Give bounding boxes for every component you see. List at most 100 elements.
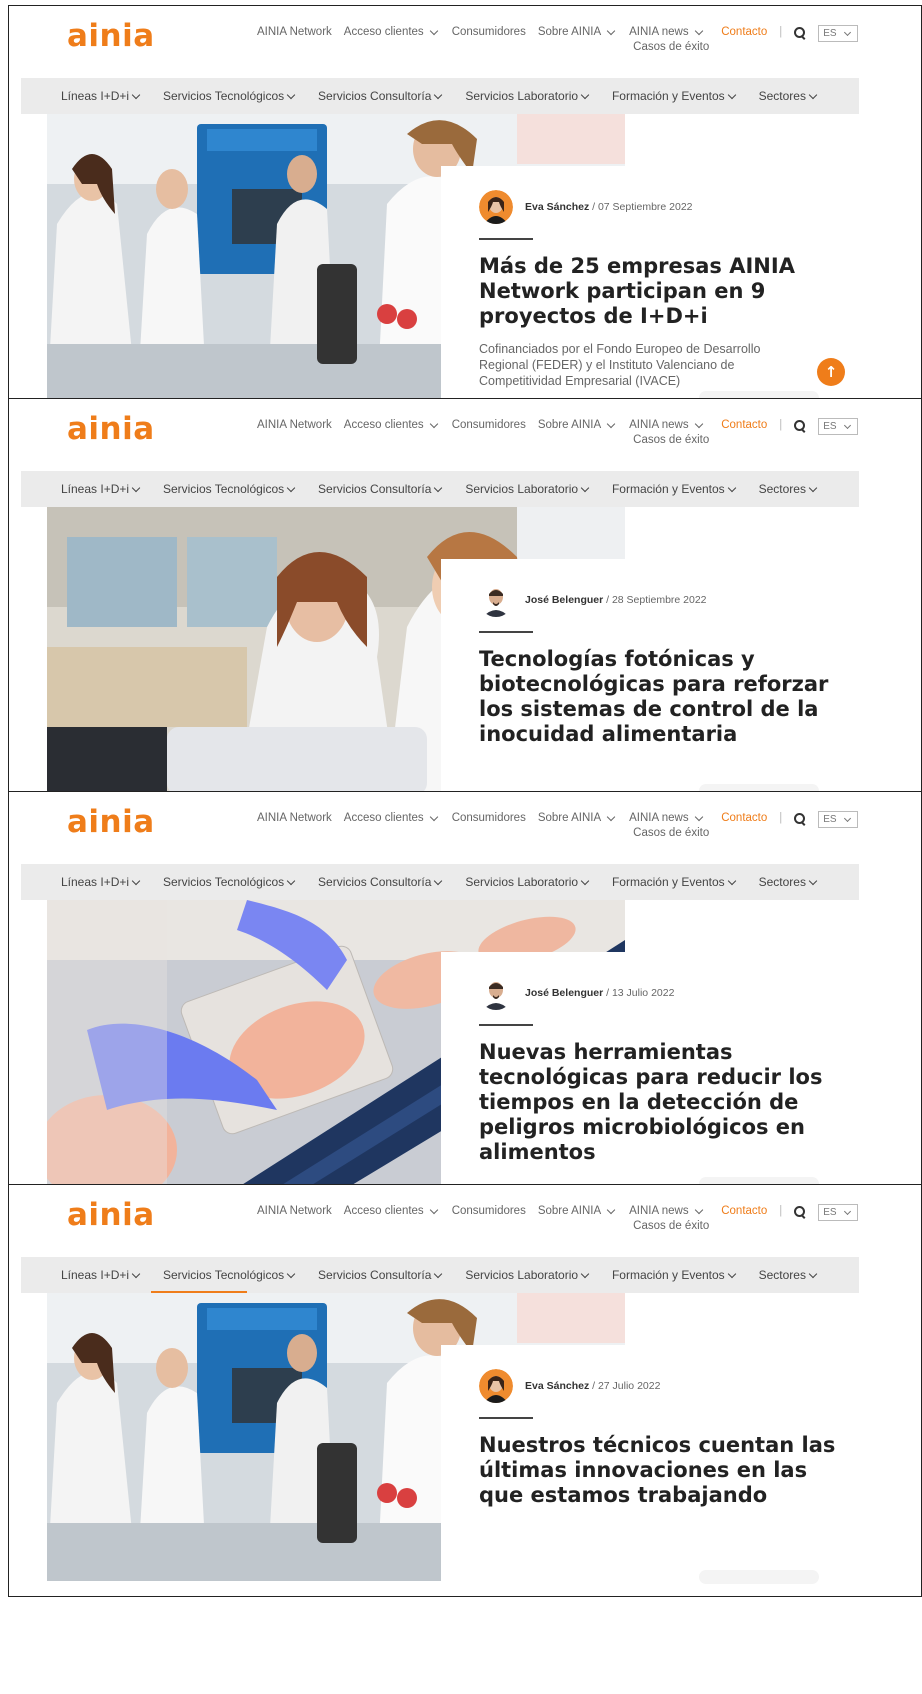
menu-item[interactable]: Sectores <box>759 875 819 889</box>
chevron-down-icon <box>286 1269 296 1278</box>
article-headline[interactable]: Nuestros técnicos cuentan las últimas in… <box>479 1433 843 1508</box>
nav-ainia-network[interactable]: AINIA Network <box>257 1205 332 1217</box>
author-name[interactable]: Eva Sánchez <box>525 1380 589 1392</box>
chevron-down-icon <box>429 812 438 821</box>
nav-ainia-network[interactable]: AINIA Network <box>257 26 332 38</box>
nav-contacto[interactable]: Contacto <box>721 1205 767 1217</box>
nav-consumidores[interactable]: Consumidores <box>452 26 526 38</box>
menu-item[interactable]: Sectores <box>759 482 819 496</box>
menu-item-label: Formación y Eventos <box>611 1268 725 1282</box>
nav-contacto[interactable]: Contacto <box>721 419 767 431</box>
author-name[interactable]: Eva Sánchez <box>525 201 589 213</box>
language-select[interactable]: ES <box>818 811 858 828</box>
menu-item[interactable]: Sectores <box>759 89 819 103</box>
article-meta: Eva Sánchez / 07 Septiembre 2022 <box>479 190 843 224</box>
menu-item[interactable]: Líneas I+D+i <box>61 482 142 496</box>
menu-item[interactable]: Servicios Laboratorio <box>465 1268 591 1282</box>
chevron-down-icon <box>843 1207 851 1216</box>
nav-ainia-network[interactable]: AINIA Network <box>257 419 332 431</box>
nav-consumidores[interactable]: Consumidores <box>452 1205 526 1217</box>
menu-item[interactable]: Líneas I+D+i <box>61 89 142 103</box>
nav-casos-de-exito[interactable]: Casos de éxito <box>633 1220 709 1232</box>
nav-ainia-news[interactable]: AINIA news <box>629 812 704 824</box>
search-icon[interactable] <box>794 813 806 825</box>
chevron-down-icon <box>808 1269 818 1278</box>
nav-sobre-ainia[interactable]: Sobre AINIA <box>538 1205 617 1217</box>
author-name[interactable]: José Belenguer <box>525 594 603 606</box>
menu-item[interactable]: Líneas I+D+i <box>61 875 142 889</box>
menu-item[interactable]: Formación y Eventos <box>612 89 738 103</box>
nav-sobre-ainia[interactable]: Sobre AINIA <box>538 812 617 824</box>
article-card[interactable]: Eva Sánchez / 07 Septiembre 2022 Más de … <box>441 166 881 398</box>
article-card[interactable]: Eva Sánchez / 27 Julio 2022 Nuestros téc… <box>441 1345 881 1595</box>
language-select[interactable]: ES <box>818 418 858 435</box>
menu-item[interactable]: Servicios Tecnológicos <box>163 875 297 889</box>
menu-item-label: Formación y Eventos <box>611 875 725 889</box>
nav-ainia-news[interactable]: AINIA news <box>629 1205 704 1217</box>
nav-sobre-ainia[interactable]: Sobre AINIA <box>538 26 617 38</box>
nav-contacto[interactable]: Contacto <box>721 812 767 824</box>
ainia-logo[interactable]: ainia <box>67 411 155 447</box>
menu-item[interactable]: Servicios Laboratorio <box>465 482 591 496</box>
nav-contacto[interactable]: Contacto <box>721 26 767 38</box>
ainia-logo[interactable]: ainia <box>67 18 155 54</box>
scroll-top-button[interactable]: ↑ <box>817 358 845 386</box>
nav-acceso-clientes[interactable]: Acceso clientes <box>344 812 440 824</box>
menu-item[interactable]: Formación y Eventos <box>612 875 738 889</box>
chevron-down-icon <box>429 26 438 35</box>
nav-casos-de-exito[interactable]: Casos de éxito <box>633 41 709 53</box>
chevron-down-icon <box>694 1205 703 1214</box>
nav-ainia-news[interactable]: AINIA news <box>629 26 704 38</box>
nav-casos-de-exito[interactable]: Casos de éxito <box>633 434 709 446</box>
menu-item[interactable]: Servicios Consultoría <box>318 1268 444 1282</box>
nav-consumidores[interactable]: Consumidores <box>452 812 526 824</box>
search-icon[interactable] <box>794 1206 806 1218</box>
menu-item-label: Sectores <box>758 875 806 889</box>
chevron-down-icon <box>429 1205 438 1214</box>
ainia-logo[interactable]: ainia <box>67 1197 155 1233</box>
menu-item[interactable]: Servicios Laboratorio <box>465 89 591 103</box>
search-icon[interactable] <box>794 27 806 39</box>
language-select[interactable]: ES <box>818 25 858 42</box>
chevron-down-icon <box>580 1269 590 1278</box>
chevron-down-icon <box>606 812 616 821</box>
chevron-down-icon <box>727 1269 736 1278</box>
chevron-down-icon <box>434 1269 443 1278</box>
nav-acceso-clientes[interactable]: Acceso clientes <box>344 26 440 38</box>
nav-sobre-ainia[interactable]: Sobre AINIA <box>538 419 617 431</box>
menu-item[interactable]: Formación y Eventos <box>612 1268 738 1282</box>
nav-ainia-news[interactable]: AINIA news <box>629 419 704 431</box>
menu-item[interactable]: Sectores <box>759 1268 819 1282</box>
menu-item[interactable]: Servicios Consultoría <box>318 875 444 889</box>
main-menu: Líneas I+D+i Servicios Tecnológicos Servic… <box>21 78 859 114</box>
article-card[interactable]: José Belenguer / 28 Septiembre 2022 Tecn… <box>441 559 881 791</box>
language-select[interactable]: ES <box>818 1204 858 1221</box>
article-description: Cofinanciados por el Fondo Europeo de De… <box>479 342 761 388</box>
article-headline[interactable]: Nuevas herramientas tecnológicas para re… <box>479 1040 843 1165</box>
menu-item[interactable]: Servicios Tecnológicos <box>150 1268 297 1293</box>
ainia-logo[interactable]: ainia <box>67 804 155 840</box>
article-headline[interactable]: Más de 25 empresas AINIA Network partici… <box>479 254 843 329</box>
nav-acceso-clientes[interactable]: Acceso clientes <box>344 419 440 431</box>
menu-item[interactable]: Servicios Laboratorio <box>465 875 591 889</box>
nav-news-group: AINIA news Casos de éxito <box>629 26 709 53</box>
nav-casos-de-exito[interactable]: Casos de éxito <box>633 827 709 839</box>
screenshot-frame: ainia AINIA Network Acceso clientes Cons… <box>8 1185 922 1597</box>
nav-ainia-network[interactable]: AINIA Network <box>257 812 332 824</box>
article-headline[interactable]: Tecnologías fotónicas y biotecnológicas … <box>479 647 843 747</box>
article-card[interactable]: José Belenguer / 13 Julio 2022 Nuevas he… <box>441 952 881 1184</box>
menu-item[interactable]: Servicios Tecnológicos <box>163 482 297 496</box>
nav-acceso-clientes[interactable]: Acceso clientes <box>344 1205 440 1217</box>
menu-item[interactable]: Servicios Consultoría <box>318 482 444 496</box>
menu-item[interactable]: Formación y Eventos <box>612 482 738 496</box>
author-name[interactable]: José Belenguer <box>525 987 603 999</box>
menu-item[interactable]: Servicios Tecnológicos <box>163 89 297 103</box>
search-icon[interactable] <box>794 420 806 432</box>
avatar <box>479 190 513 224</box>
menu-item[interactable]: Líneas I+D+i <box>61 1268 142 1282</box>
chevron-down-icon <box>606 26 616 35</box>
menu-item[interactable]: Servicios Consultoría <box>318 89 444 103</box>
menu-item-label: Servicios Tecnológicos <box>162 89 285 103</box>
article-meta: Eva Sánchez / 27 Julio 2022 <box>479 1369 843 1403</box>
nav-consumidores[interactable]: Consumidores <box>452 419 526 431</box>
